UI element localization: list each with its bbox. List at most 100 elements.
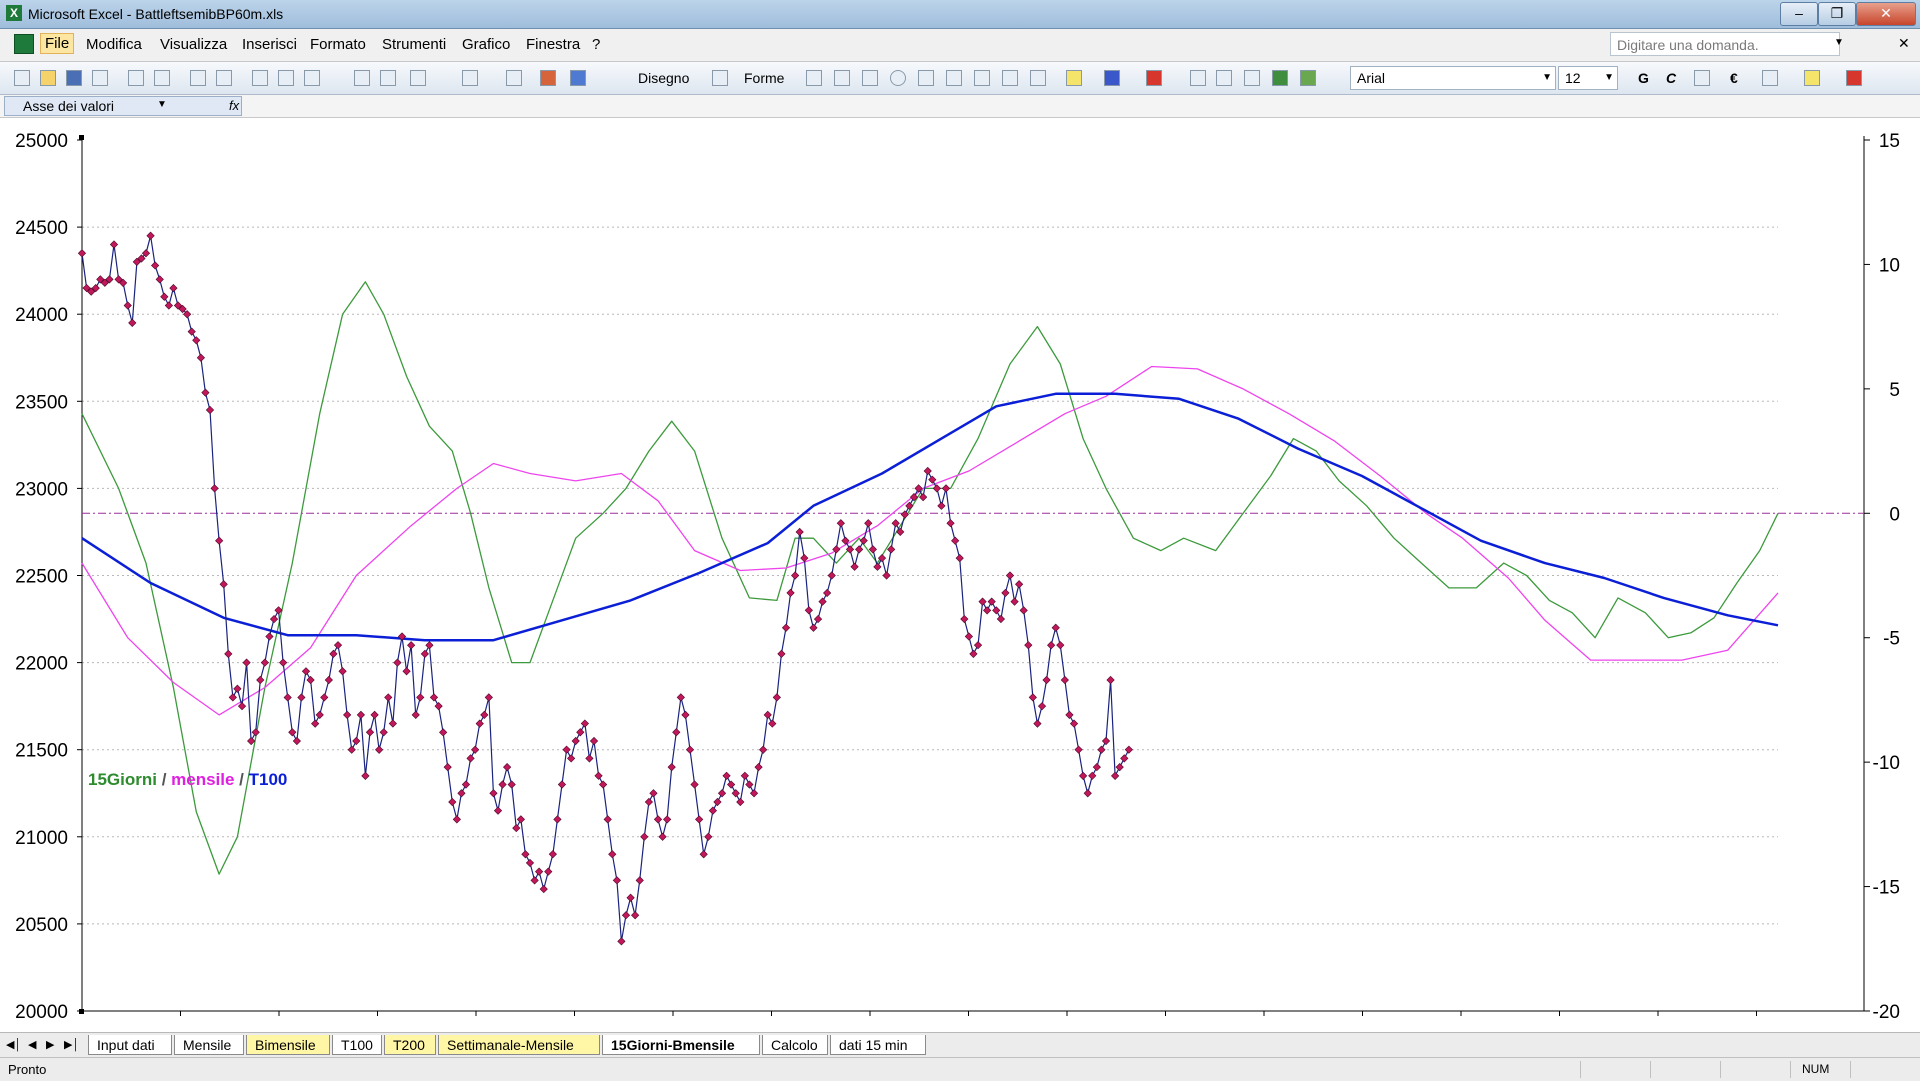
title-bar: X Microsoft Excel - BattleftsemibBP60m.x… bbox=[0, 0, 1920, 29]
arrow-icon[interactable] bbox=[834, 70, 850, 86]
currency-button[interactable]: € bbox=[1730, 70, 1738, 86]
new-icon[interactable] bbox=[14, 70, 30, 86]
tab-bimensile[interactable]: Bimensile bbox=[246, 1035, 330, 1055]
font-size-select[interactable]: 12 ▼ bbox=[1558, 66, 1618, 90]
tab-t200[interactable]: T200 bbox=[384, 1035, 436, 1055]
menu-help[interactable]: ? bbox=[592, 36, 600, 53]
price-data-point bbox=[923, 466, 932, 476]
price-data-point bbox=[553, 815, 562, 824]
select-pointer-icon[interactable] bbox=[712, 70, 728, 86]
undo-icon[interactable] bbox=[354, 70, 370, 86]
price-data-point bbox=[941, 484, 951, 493]
menu-visualizza[interactable]: Visualizza bbox=[160, 36, 227, 53]
price-data-point bbox=[448, 797, 457, 807]
menu-finestra[interactable]: Finestra bbox=[526, 36, 580, 53]
restore-button[interactable]: ❐ bbox=[1818, 2, 1856, 26]
clipart-icon[interactable] bbox=[1002, 70, 1018, 86]
minimize-button[interactable]: – bbox=[1780, 2, 1818, 26]
arrow-style-icon[interactable] bbox=[1244, 70, 1260, 86]
price-data-point bbox=[402, 667, 411, 676]
font-name-select[interactable]: Arial ▼ bbox=[1350, 66, 1556, 90]
redo-icon[interactable] bbox=[380, 70, 396, 86]
hyperlink-icon[interactable] bbox=[410, 70, 426, 86]
workbook-icon[interactable] bbox=[14, 34, 34, 54]
tab-calcolo[interactable]: Calcolo bbox=[762, 1035, 828, 1055]
draw-menu[interactable]: Disegno bbox=[638, 70, 689, 86]
tab-settimanale-mensile[interactable]: Settimanale-Mensile bbox=[438, 1035, 600, 1055]
diagram-icon[interactable] bbox=[974, 70, 990, 86]
chart[interactable]: 25000 24500 24000 23500 23000 22500 22000 21500… bbox=[0, 118, 1920, 1030]
help-question-input[interactable]: Digitare una domanda. bbox=[1610, 32, 1840, 56]
y-left-tick-label: 21000 bbox=[15, 828, 68, 849]
first-sheet-icon[interactable]: ◀│ bbox=[6, 1038, 21, 1051]
tab-mensile[interactable]: Mensile bbox=[174, 1035, 244, 1055]
rectangle-icon[interactable] bbox=[862, 70, 878, 86]
chart-object-select[interactable]: Asse dei valori ▼ fx bbox=[4, 96, 242, 116]
menu-grafico[interactable]: Grafico bbox=[462, 36, 510, 53]
tab-t100[interactable]: T100 bbox=[332, 1035, 382, 1055]
spelling-icon[interactable] bbox=[190, 70, 206, 86]
price-data-point bbox=[457, 789, 466, 798]
save-icon[interactable] bbox=[66, 70, 82, 86]
line-color-icon[interactable] bbox=[1104, 70, 1120, 86]
copy-icon[interactable] bbox=[278, 70, 294, 86]
font-name-value: Arial bbox=[1357, 70, 1386, 86]
print-preview-icon[interactable] bbox=[154, 70, 170, 86]
picture-icon[interactable] bbox=[1030, 70, 1046, 86]
menu-strumenti[interactable]: Strumenti bbox=[382, 36, 446, 53]
shadow-icon[interactable] bbox=[1272, 70, 1288, 86]
permission-icon[interactable] bbox=[92, 70, 108, 86]
fill-bucket-icon[interactable] bbox=[1804, 70, 1820, 86]
sort-icon[interactable] bbox=[506, 70, 522, 86]
price-data-point bbox=[525, 858, 535, 868]
tab-15giorni-bmensile[interactable]: 15Giorni-Bmensile bbox=[602, 1035, 760, 1055]
format-axis-icon[interactable]: fx bbox=[229, 98, 239, 113]
research-icon[interactable] bbox=[216, 70, 232, 86]
align-icon[interactable] bbox=[1694, 70, 1710, 86]
price-data-point bbox=[407, 641, 416, 650]
price-data-point bbox=[228, 693, 237, 702]
next-sheet-icon[interactable]: ▶ bbox=[46, 1038, 54, 1051]
menu-formato[interactable]: Formato bbox=[310, 36, 366, 53]
tab-input-dati[interactable]: Input dati bbox=[88, 1035, 172, 1055]
workbook-close-icon[interactable]: ✕ bbox=[1898, 35, 1910, 52]
close-button[interactable]: ✕ bbox=[1856, 2, 1916, 26]
price-data-point bbox=[791, 571, 800, 580]
last-sheet-icon[interactable]: ▶│ bbox=[64, 1038, 79, 1051]
borders-icon[interactable] bbox=[1762, 70, 1778, 86]
price-data-point bbox=[292, 736, 301, 746]
menu-inserisci[interactable]: Inserisci bbox=[242, 36, 297, 53]
textbox-icon[interactable] bbox=[918, 70, 934, 86]
oval-icon[interactable] bbox=[890, 70, 906, 86]
menu-modifica[interactable]: Modifica bbox=[86, 36, 142, 53]
paste-icon[interactable] bbox=[304, 70, 320, 86]
menu-file[interactable]: File bbox=[40, 33, 75, 54]
italic-button[interactable]: C bbox=[1666, 70, 1676, 86]
prev-sheet-icon[interactable]: ◀ bbox=[28, 1038, 36, 1051]
3d-icon[interactable] bbox=[1300, 70, 1316, 86]
cut-icon[interactable] bbox=[252, 70, 268, 86]
price-data-point bbox=[365, 728, 375, 737]
fill-color-icon[interactable] bbox=[1066, 70, 1082, 86]
print-icon[interactable] bbox=[128, 70, 144, 86]
dash-style-icon[interactable] bbox=[1216, 70, 1232, 86]
help-icon[interactable] bbox=[570, 70, 586, 86]
shapes-menu[interactable]: Forme bbox=[744, 70, 784, 86]
line-icon[interactable] bbox=[806, 70, 822, 86]
legend-entry: / bbox=[157, 770, 171, 789]
price-data-point bbox=[804, 606, 813, 615]
price-data-point bbox=[882, 571, 891, 580]
wordart-icon[interactable] bbox=[946, 70, 962, 86]
open-icon[interactable] bbox=[40, 70, 56, 86]
chart-wizard-icon[interactable] bbox=[540, 70, 556, 86]
bold-button[interactable]: G bbox=[1638, 70, 1649, 86]
font-color-icon[interactable] bbox=[1146, 70, 1162, 86]
autosum-icon[interactable] bbox=[462, 70, 478, 86]
tab-dati-15-min[interactable]: dati 15 min bbox=[830, 1035, 926, 1055]
excel-icon[interactable]: X bbox=[6, 5, 22, 21]
line-style-icon[interactable] bbox=[1190, 70, 1206, 86]
text-color-icon[interactable] bbox=[1846, 70, 1862, 86]
help-dropdown-icon[interactable]: ▼ bbox=[1834, 37, 1844, 48]
y-right-tick-label: -15 bbox=[1873, 878, 1900, 899]
price-data-point bbox=[612, 876, 622, 885]
